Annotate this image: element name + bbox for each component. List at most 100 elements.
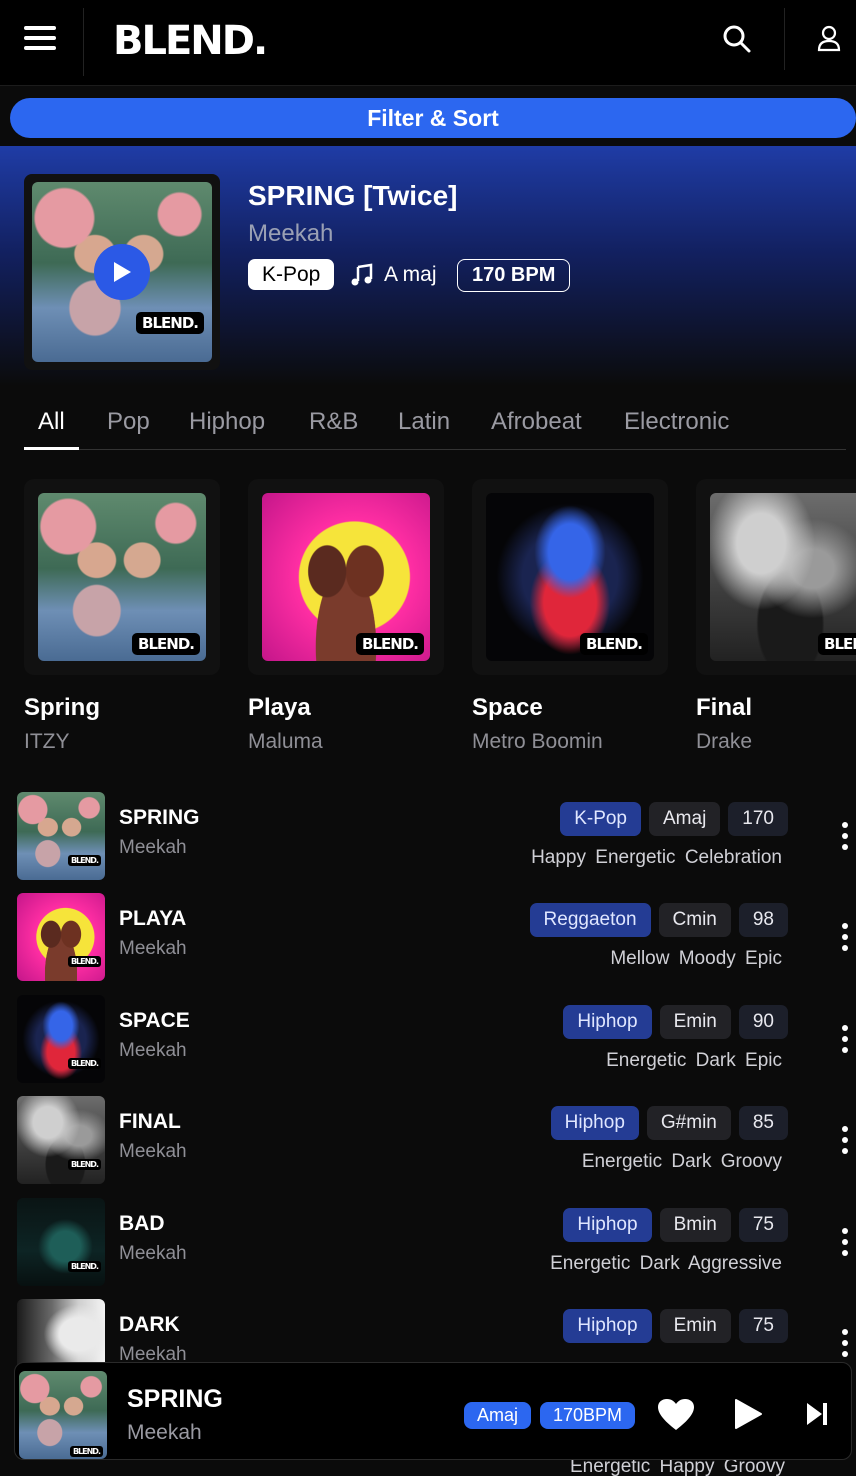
track-artist[interactable]: Meekah [119, 938, 187, 960]
track-row[interactable]: BLEND. SPRING Meekah K-Pop Amaj 170 Happy … [0, 792, 856, 884]
card-title[interactable]: Spring [24, 694, 100, 722]
header-divider [784, 8, 785, 70]
track-title: SPACE [119, 1009, 190, 1032]
skip-next-icon[interactable] [805, 1401, 829, 1427]
featured-genre-tag: K-Pop [248, 259, 335, 290]
carousel-card[interactable]: BLEND. [696, 479, 856, 675]
key-chip: Amaj [649, 802, 721, 836]
blend-badge: BLEND. [136, 312, 204, 334]
carousel-card[interactable]: BLEND. [24, 479, 220, 675]
more-options-icon[interactable] [840, 1025, 850, 1053]
play-icon [114, 262, 131, 282]
blend-badge: BLEND. [818, 633, 856, 655]
bpm-chip: 75 [738, 1309, 788, 1343]
track-artist[interactable]: Meekah [119, 1040, 187, 1062]
filter-sort-button[interactable]: Filter & Sort [10, 98, 856, 138]
player-bpm-chip: 170BPM [540, 1402, 636, 1429]
featured-artist[interactable]: Meekah [248, 220, 333, 248]
tab-pop[interactable]: Pop [107, 408, 150, 436]
blend-badge: BLEND. [67, 1159, 101, 1170]
key-chip: Cmin [658, 903, 731, 937]
more-options-icon[interactable] [840, 923, 850, 951]
card-art: BLEND. [486, 493, 654, 661]
logo[interactable]: BLEND. [113, 18, 268, 64]
more-options-icon[interactable] [840, 1126, 850, 1154]
card-title[interactable]: Playa [248, 694, 311, 722]
card-title[interactable]: Final [696, 694, 752, 722]
tab-all[interactable]: All [38, 408, 65, 436]
card-artist[interactable]: Metro Boomin [472, 730, 603, 754]
track-row[interactable]: BLEND. SPACE Meekah Hiphop Emin 90 Energet… [0, 995, 856, 1087]
featured-key-label: A maj [384, 263, 437, 286]
carousel-card[interactable]: BLEND. [248, 479, 444, 675]
blend-badge: BLEND. [67, 956, 101, 967]
heart-icon[interactable] [657, 1398, 695, 1432]
bpm-chip: 85 [738, 1106, 788, 1140]
tab-electronic[interactable]: Electronic [624, 408, 729, 436]
genre-chip: Hiphop [563, 1005, 652, 1039]
card-art: BLEND. [710, 493, 856, 661]
track-moods: Mellow Moody Epic [610, 948, 782, 969]
more-options-icon[interactable] [840, 1228, 850, 1256]
search-icon[interactable] [722, 24, 752, 54]
genre-chip: Reggaeton [529, 903, 651, 937]
featured-play-button[interactable] [94, 244, 150, 300]
track-art: BLEND. [17, 995, 105, 1083]
bpm-chip: 75 [738, 1208, 788, 1242]
track-row[interactable]: BLEND. PLAYA Meekah Reggaeton Cmin 98 Mell… [0, 893, 856, 985]
blend-badge: BLEND. [580, 633, 648, 655]
bpm-chip: 170 [728, 802, 788, 836]
featured-title: SPRING [Twice] [248, 180, 458, 211]
more-options-icon[interactable] [840, 822, 850, 850]
track-title: FINAL [119, 1110, 181, 1133]
card-artist[interactable]: Maluma [248, 730, 323, 754]
track-row[interactable]: BLEND. FINAL Meekah Hiphop G#min 85 Energe… [0, 1096, 856, 1188]
card-artist[interactable]: Drake [696, 730, 752, 754]
featured-key: A maj [350, 259, 437, 290]
track-artist[interactable]: Meekah [119, 1141, 187, 1163]
app-header: BLEND. [0, 0, 856, 86]
player-artist[interactable]: Meekah [127, 1421, 202, 1445]
genre-chip: Hiphop [550, 1106, 639, 1140]
featured-bpm-tag: 170 BPM [457, 259, 571, 292]
track-moods: Energetic Dark Groovy [581, 1151, 782, 1172]
blend-badge: BLEND. [132, 633, 200, 655]
genre-chip: Hiphop [563, 1309, 652, 1343]
track-title: BAD [119, 1212, 165, 1235]
track-art: BLEND. [17, 1198, 105, 1286]
track-artist[interactable]: Meekah [119, 1243, 187, 1265]
music-note-icon [351, 263, 373, 285]
track-art: BLEND. [17, 893, 105, 981]
card-artist[interactable]: ITZY [24, 730, 70, 754]
genre-tabs: All Pop Hiphop R&B Latin Afrobeat Electr… [24, 404, 846, 450]
tab-hiphop[interactable]: Hiphop [189, 408, 265, 436]
user-icon[interactable] [816, 24, 842, 54]
card-art: BLEND. [262, 493, 430, 661]
track-moods: Energetic Dark Epic [606, 1050, 782, 1071]
key-chip: Emin [659, 1309, 731, 1343]
key-chip: Emin [659, 1005, 731, 1039]
track-row[interactable]: BLEND. BAD Meekah Hiphop Bmin 75 Energetic… [0, 1198, 856, 1290]
menu-icon[interactable] [24, 26, 56, 54]
track-artist[interactable]: Meekah [119, 837, 187, 859]
active-tab-indicator [24, 447, 79, 450]
track-title: PLAYA [119, 907, 187, 930]
bpm-chip: 98 [738, 903, 788, 937]
track-title: DARK [119, 1313, 180, 1336]
card-art: BLEND. [38, 493, 206, 661]
tab-afrobeat[interactable]: Afrobeat [491, 408, 582, 436]
genre-chip: K-Pop [560, 802, 641, 836]
more-options-icon[interactable] [840, 1329, 850, 1357]
play-icon[interactable] [733, 1398, 763, 1430]
tab-rnb[interactable]: R&B [309, 408, 358, 436]
key-chip: Bmin [659, 1208, 731, 1242]
now-playing-bar[interactable]: BLEND. SPRING Meekah Amaj 170BPM [14, 1362, 852, 1460]
tab-latin[interactable]: Latin [398, 408, 450, 436]
player-art: BLEND. [19, 1371, 107, 1459]
carousel-card[interactable]: BLEND. [472, 479, 668, 675]
blend-badge: BLEND. [67, 1058, 101, 1069]
card-title[interactable]: Space [472, 694, 543, 722]
genre-chip: Hiphop [563, 1208, 652, 1242]
track-moods: Energetic Dark Aggressive [550, 1253, 782, 1274]
blend-badge: BLEND. [67, 855, 101, 866]
